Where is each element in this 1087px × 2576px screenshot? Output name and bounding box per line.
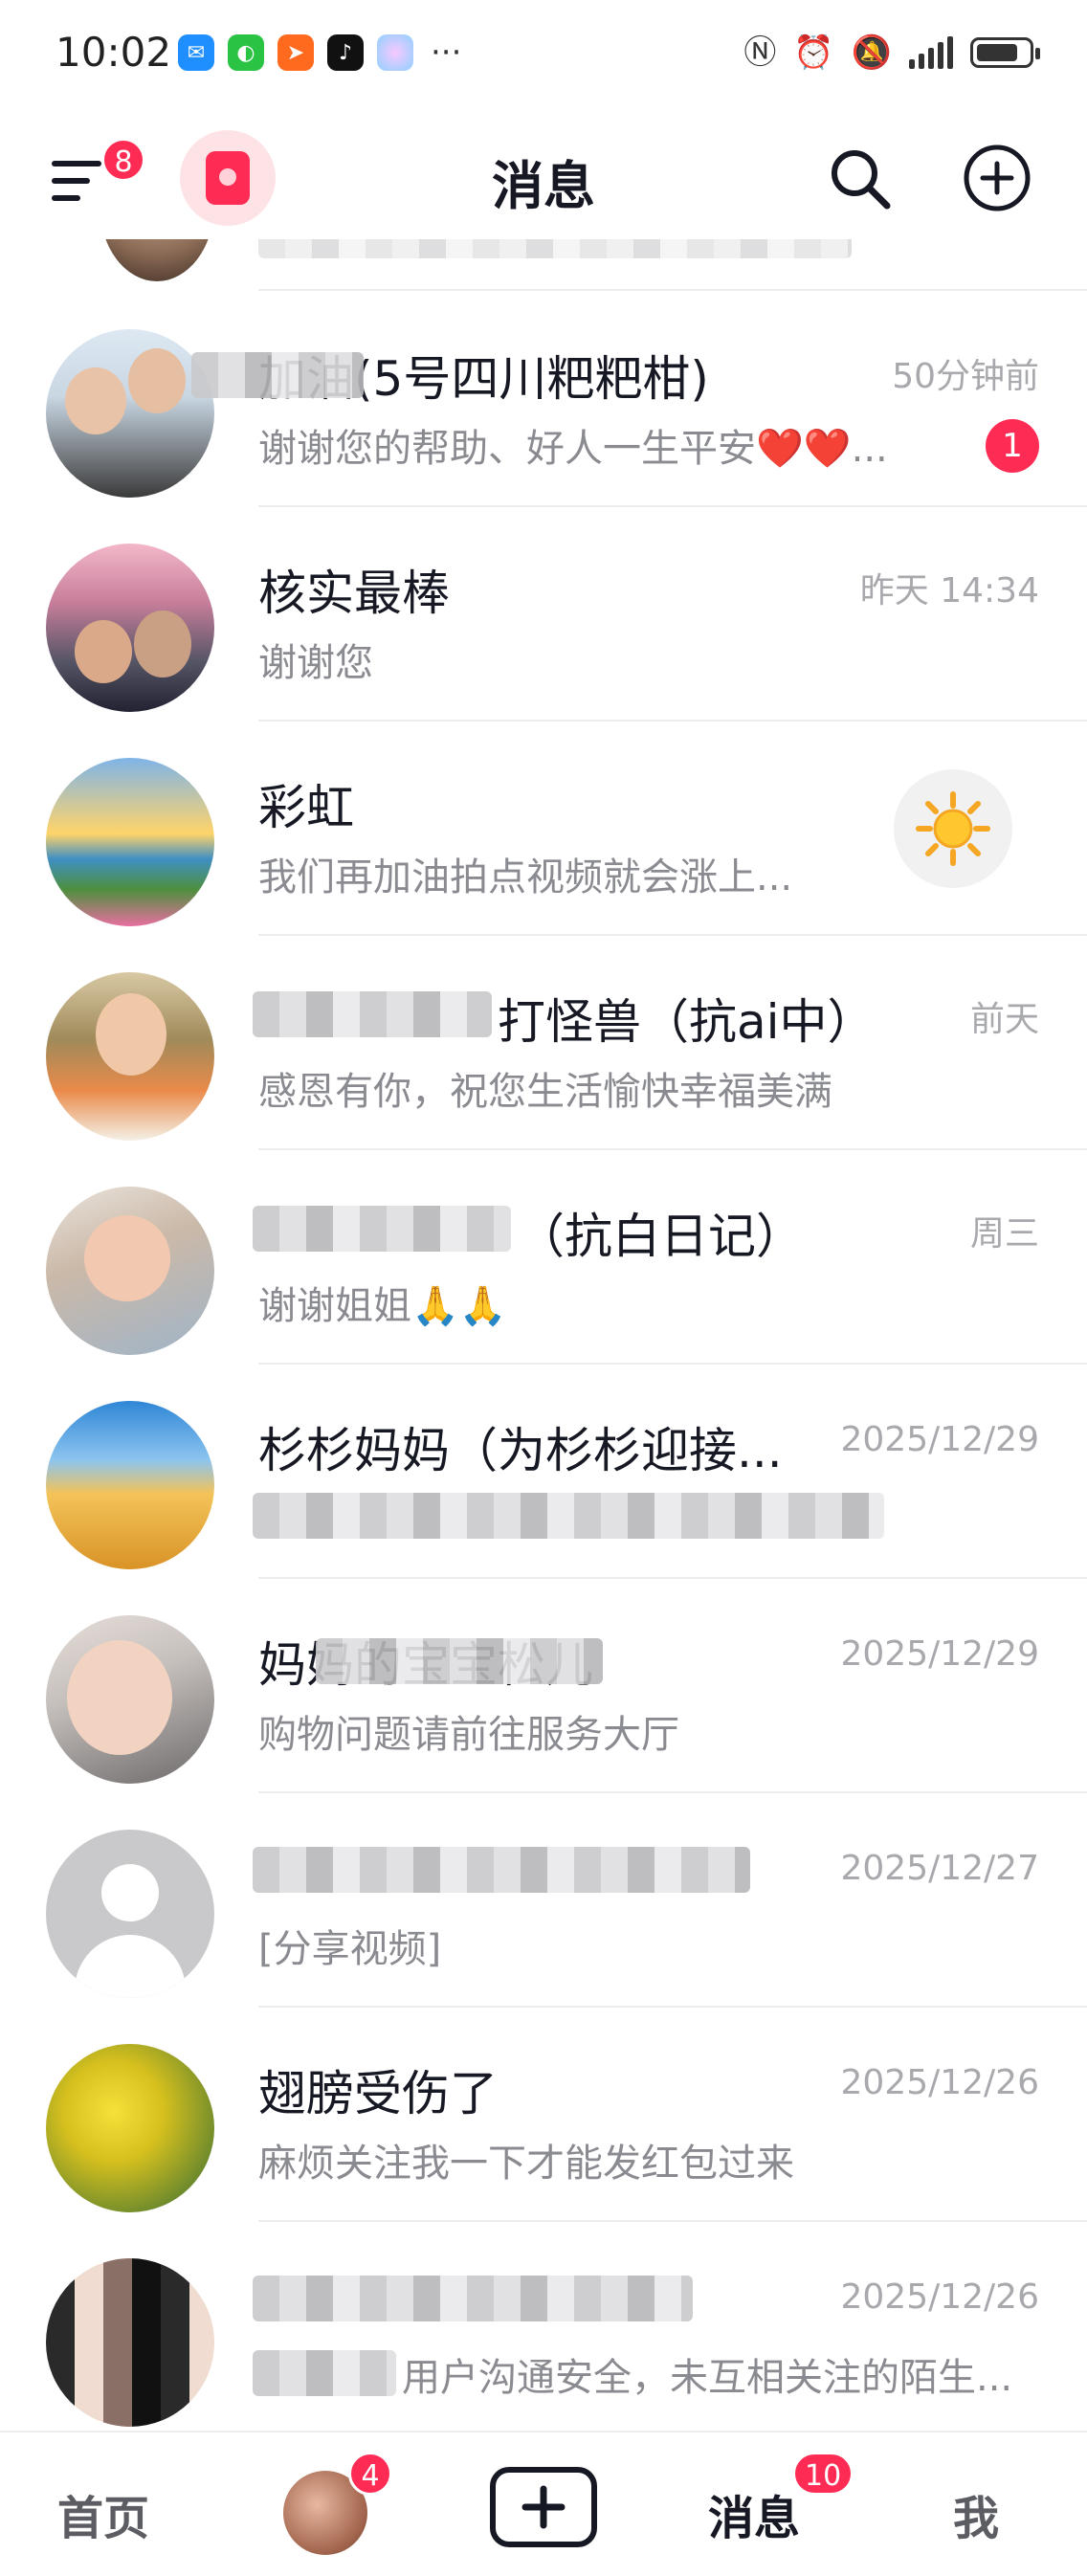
- tiktok-icon: ♪: [327, 34, 364, 71]
- signal-icon: [909, 36, 953, 69]
- blurred-text: [191, 352, 364, 398]
- blurred-text: [253, 1206, 511, 1252]
- blurred-text: [253, 2276, 693, 2321]
- conversation-time: 2025/12/26: [840, 2277, 1040, 2317]
- conversation-time: 昨天 14:34: [859, 571, 1039, 611]
- message-app-icon: ✉: [178, 34, 214, 71]
- messages-badge: 10: [792, 2452, 854, 2496]
- conversation-row[interactable]: 用户沟通安全，未互相关注的陌生... 2025/12/26: [0, 2222, 1087, 2436]
- avatar: [46, 1401, 214, 1569]
- avatar: [46, 2044, 214, 2212]
- conversation-row[interactable]: 翅膀受伤了 麻烦关注我一下才能发红包过来 2025/12/26: [0, 2008, 1087, 2222]
- conversation-row[interactable]: 核实最棒 谢谢您 昨天 14:34: [0, 507, 1087, 722]
- search-icon: [832, 150, 891, 210]
- conversation-preview: 谢谢您的帮助、好人一生平安❤️❤️...: [258, 427, 888, 471]
- conversation-name: 彩虹: [258, 780, 354, 835]
- conversation-preview: 谢谢您: [258, 641, 373, 685]
- sun-icon: [916, 791, 990, 866]
- status-indicators: Ⓝ ⏰ 🔕: [743, 33, 1040, 72]
- create-button[interactable]: [490, 2467, 597, 2547]
- status-time: 10:02: [55, 29, 172, 76]
- conversation-time: 2025/12/29: [840, 1634, 1040, 1674]
- conversation-name: （抗白日记）: [517, 1209, 804, 1264]
- divider: [258, 289, 1087, 291]
- conversation-preview: 购物问题请前往服务大厅: [258, 1713, 679, 1757]
- avatar: [46, 544, 214, 712]
- conversation-preview: 感恩有你，祝您生活愉快幸福美满: [258, 1070, 832, 1114]
- avatar: [46, 329, 214, 498]
- blurred-text: [253, 1493, 884, 1539]
- conversation-name: 核实最棒: [258, 566, 450, 621]
- tab-messages[interactable]: 消息: [708, 2480, 800, 2547]
- conversation-preview: 谢谢姐姐🙏🙏: [258, 1284, 507, 1328]
- blurred-text: [253, 1847, 750, 1893]
- conversation-time: 50分钟前: [892, 357, 1039, 396]
- top-header: 8 消息: [0, 115, 1087, 239]
- conversation-row[interactable]: 杉杉妈妈（为杉杉迎接... 2025/12/29: [0, 1365, 1087, 1579]
- wechat-icon: ◐: [228, 34, 264, 71]
- blurred-text: [253, 2350, 396, 2396]
- conversation-preview: 麻烦关注我一下才能发红包过来: [258, 2142, 794, 2186]
- plus-circle-icon: [964, 144, 1031, 211]
- alarm-icon: ⏰: [793, 33, 834, 72]
- blurred-text: [316, 1638, 603, 1684]
- avatar: [46, 758, 214, 926]
- conversation-row[interactable]: （抗白日记） 谢谢姐姐🙏🙏 周三: [0, 1150, 1087, 1365]
- conversation-time: 前天: [969, 1000, 1039, 1039]
- sun-sticker-button[interactable]: [894, 769, 1012, 888]
- mute-icon: 🔕: [851, 33, 892, 72]
- blurred-text: [253, 991, 492, 1037]
- avatar: [46, 1615, 214, 1784]
- assistant-app-icon: [377, 34, 413, 71]
- avatar: [46, 1187, 214, 1355]
- conversation-row[interactable]: 彩虹 我们再加油拍点视频就会涨上...: [0, 722, 1087, 936]
- conversation-name: 打怪兽（抗ai中）: [498, 994, 876, 1050]
- bottom-tab-bar: 首页 4 消息 10 我: [0, 2431, 1087, 2576]
- friends-badge: 4: [348, 2452, 392, 2496]
- conversation-row[interactable]: 妈妈的宝宝松儿 购物问题请前往服务大厅 2025/12/29: [0, 1579, 1087, 1793]
- conversation-row[interactable]: 打怪兽（抗ai中） 感恩有你，祝您生活愉快幸福美满 前天: [0, 936, 1087, 1150]
- page-title: 消息: [492, 156, 595, 216]
- more-notifications-icon: ···: [431, 33, 462, 72]
- conversation-row[interactable]: [分享视频] 2025/12/27: [0, 1793, 1087, 2008]
- avatar: [46, 2258, 214, 2427]
- plus-icon: [521, 2485, 566, 2529]
- status-bar: 10:02 ✉ ◐ ➤ ♪ ··· Ⓝ ⏰ 🔕: [0, 0, 1087, 115]
- conversation-time: 2025/12/26: [840, 2063, 1040, 2102]
- tab-home[interactable]: 首页: [57, 2480, 149, 2547]
- conversation-preview: 我们再加油拍点视频就会涨上...: [258, 855, 793, 899]
- conversation-name: 翅膀受伤了: [258, 2066, 498, 2121]
- conversation-time: 2025/12/29: [840, 1420, 1040, 1459]
- add-button[interactable]: [957, 138, 1037, 218]
- battery-icon: [970, 37, 1040, 68]
- default-avatar: [46, 1830, 214, 1998]
- avatar: [46, 972, 214, 1141]
- conversation-preview: 用户沟通安全，未互相关注的陌生...: [402, 2356, 1013, 2400]
- send-app-icon: ➤: [277, 34, 314, 71]
- conversation-time: 2025/12/27: [840, 1849, 1040, 1888]
- tab-me[interactable]: 我: [953, 2480, 999, 2547]
- conversation-row[interactable]: 加油(5号四川粑粑柑) 谢谢您的帮助、好人一生平安❤️❤️... 50分钟前 1: [0, 293, 1087, 507]
- nfc-icon: Ⓝ: [743, 33, 777, 72]
- search-button[interactable]: [819, 138, 899, 218]
- unread-badge: 1: [986, 419, 1039, 473]
- status-app-icons: ✉ ◐ ➤ ♪ ···: [178, 34, 461, 71]
- conversation-name: 杉杉妈妈（为杉杉迎接...: [258, 1423, 783, 1478]
- conversation-time: 周三: [969, 1214, 1039, 1254]
- conversation-preview: [分享视频]: [258, 1927, 442, 1971]
